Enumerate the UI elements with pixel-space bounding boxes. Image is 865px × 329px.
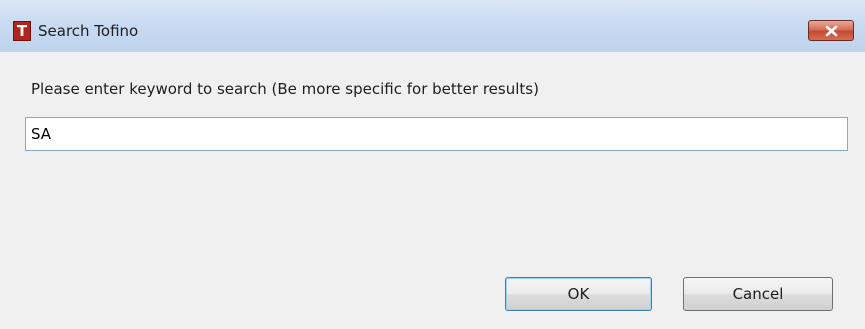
search-input[interactable] [25, 117, 848, 151]
title-bar[interactable]: T Search Tofino [0, 0, 865, 52]
tofino-app-icon: T [13, 21, 31, 41]
cancel-button[interactable]: Cancel [683, 277, 833, 311]
window-title: Search Tofino [38, 22, 139, 40]
close-button[interactable] [808, 20, 854, 41]
close-icon [825, 25, 838, 37]
search-prompt-label: Please enter keyword to search (Be more … [31, 80, 539, 98]
ok-button[interactable]: OK [505, 277, 652, 311]
search-dialog: T Search Tofino Please enter keyword to … [0, 0, 865, 329]
dialog-body: Please enter keyword to search (Be more … [0, 52, 865, 329]
